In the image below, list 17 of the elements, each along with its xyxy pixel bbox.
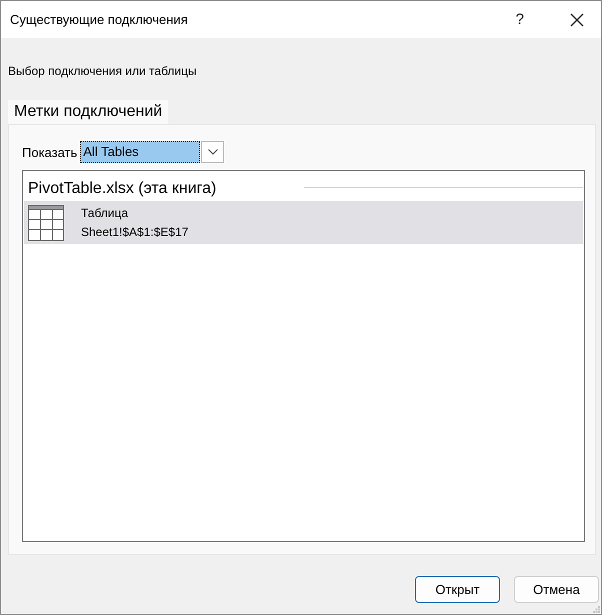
- list-item[interactable]: Таблица Sheet1!$A$1:$E$17: [24, 201, 583, 244]
- dropdown-value: All Tables: [80, 141, 200, 163]
- show-dropdown[interactable]: All Tables: [80, 141, 224, 163]
- window-title: Существующие подключения: [10, 12, 188, 27]
- instruction-text: Выбор подключения или таблицы: [8, 64, 197, 78]
- help-button[interactable]: ?: [512, 11, 528, 28]
- item-range: Sheet1!$A$1:$E$17: [81, 224, 188, 240]
- dialog-button[interactable]: Отмена: [514, 576, 599, 603]
- item-name: Таблица: [81, 204, 128, 222]
- show-label: Показать: [22, 144, 78, 160]
- tab[interactable]: Метки подключений: [8, 100, 168, 124]
- table-icon: [28, 204, 64, 240]
- close-icon[interactable]: [570, 12, 584, 26]
- resize-grip-icon[interactable]: [593, 606, 600, 613]
- group-title: PivotTable.xlsx (эта книга): [27, 180, 216, 198]
- dialog-button[interactable]: Открыт: [415, 576, 500, 603]
- caret-icon: [208, 149, 218, 155]
